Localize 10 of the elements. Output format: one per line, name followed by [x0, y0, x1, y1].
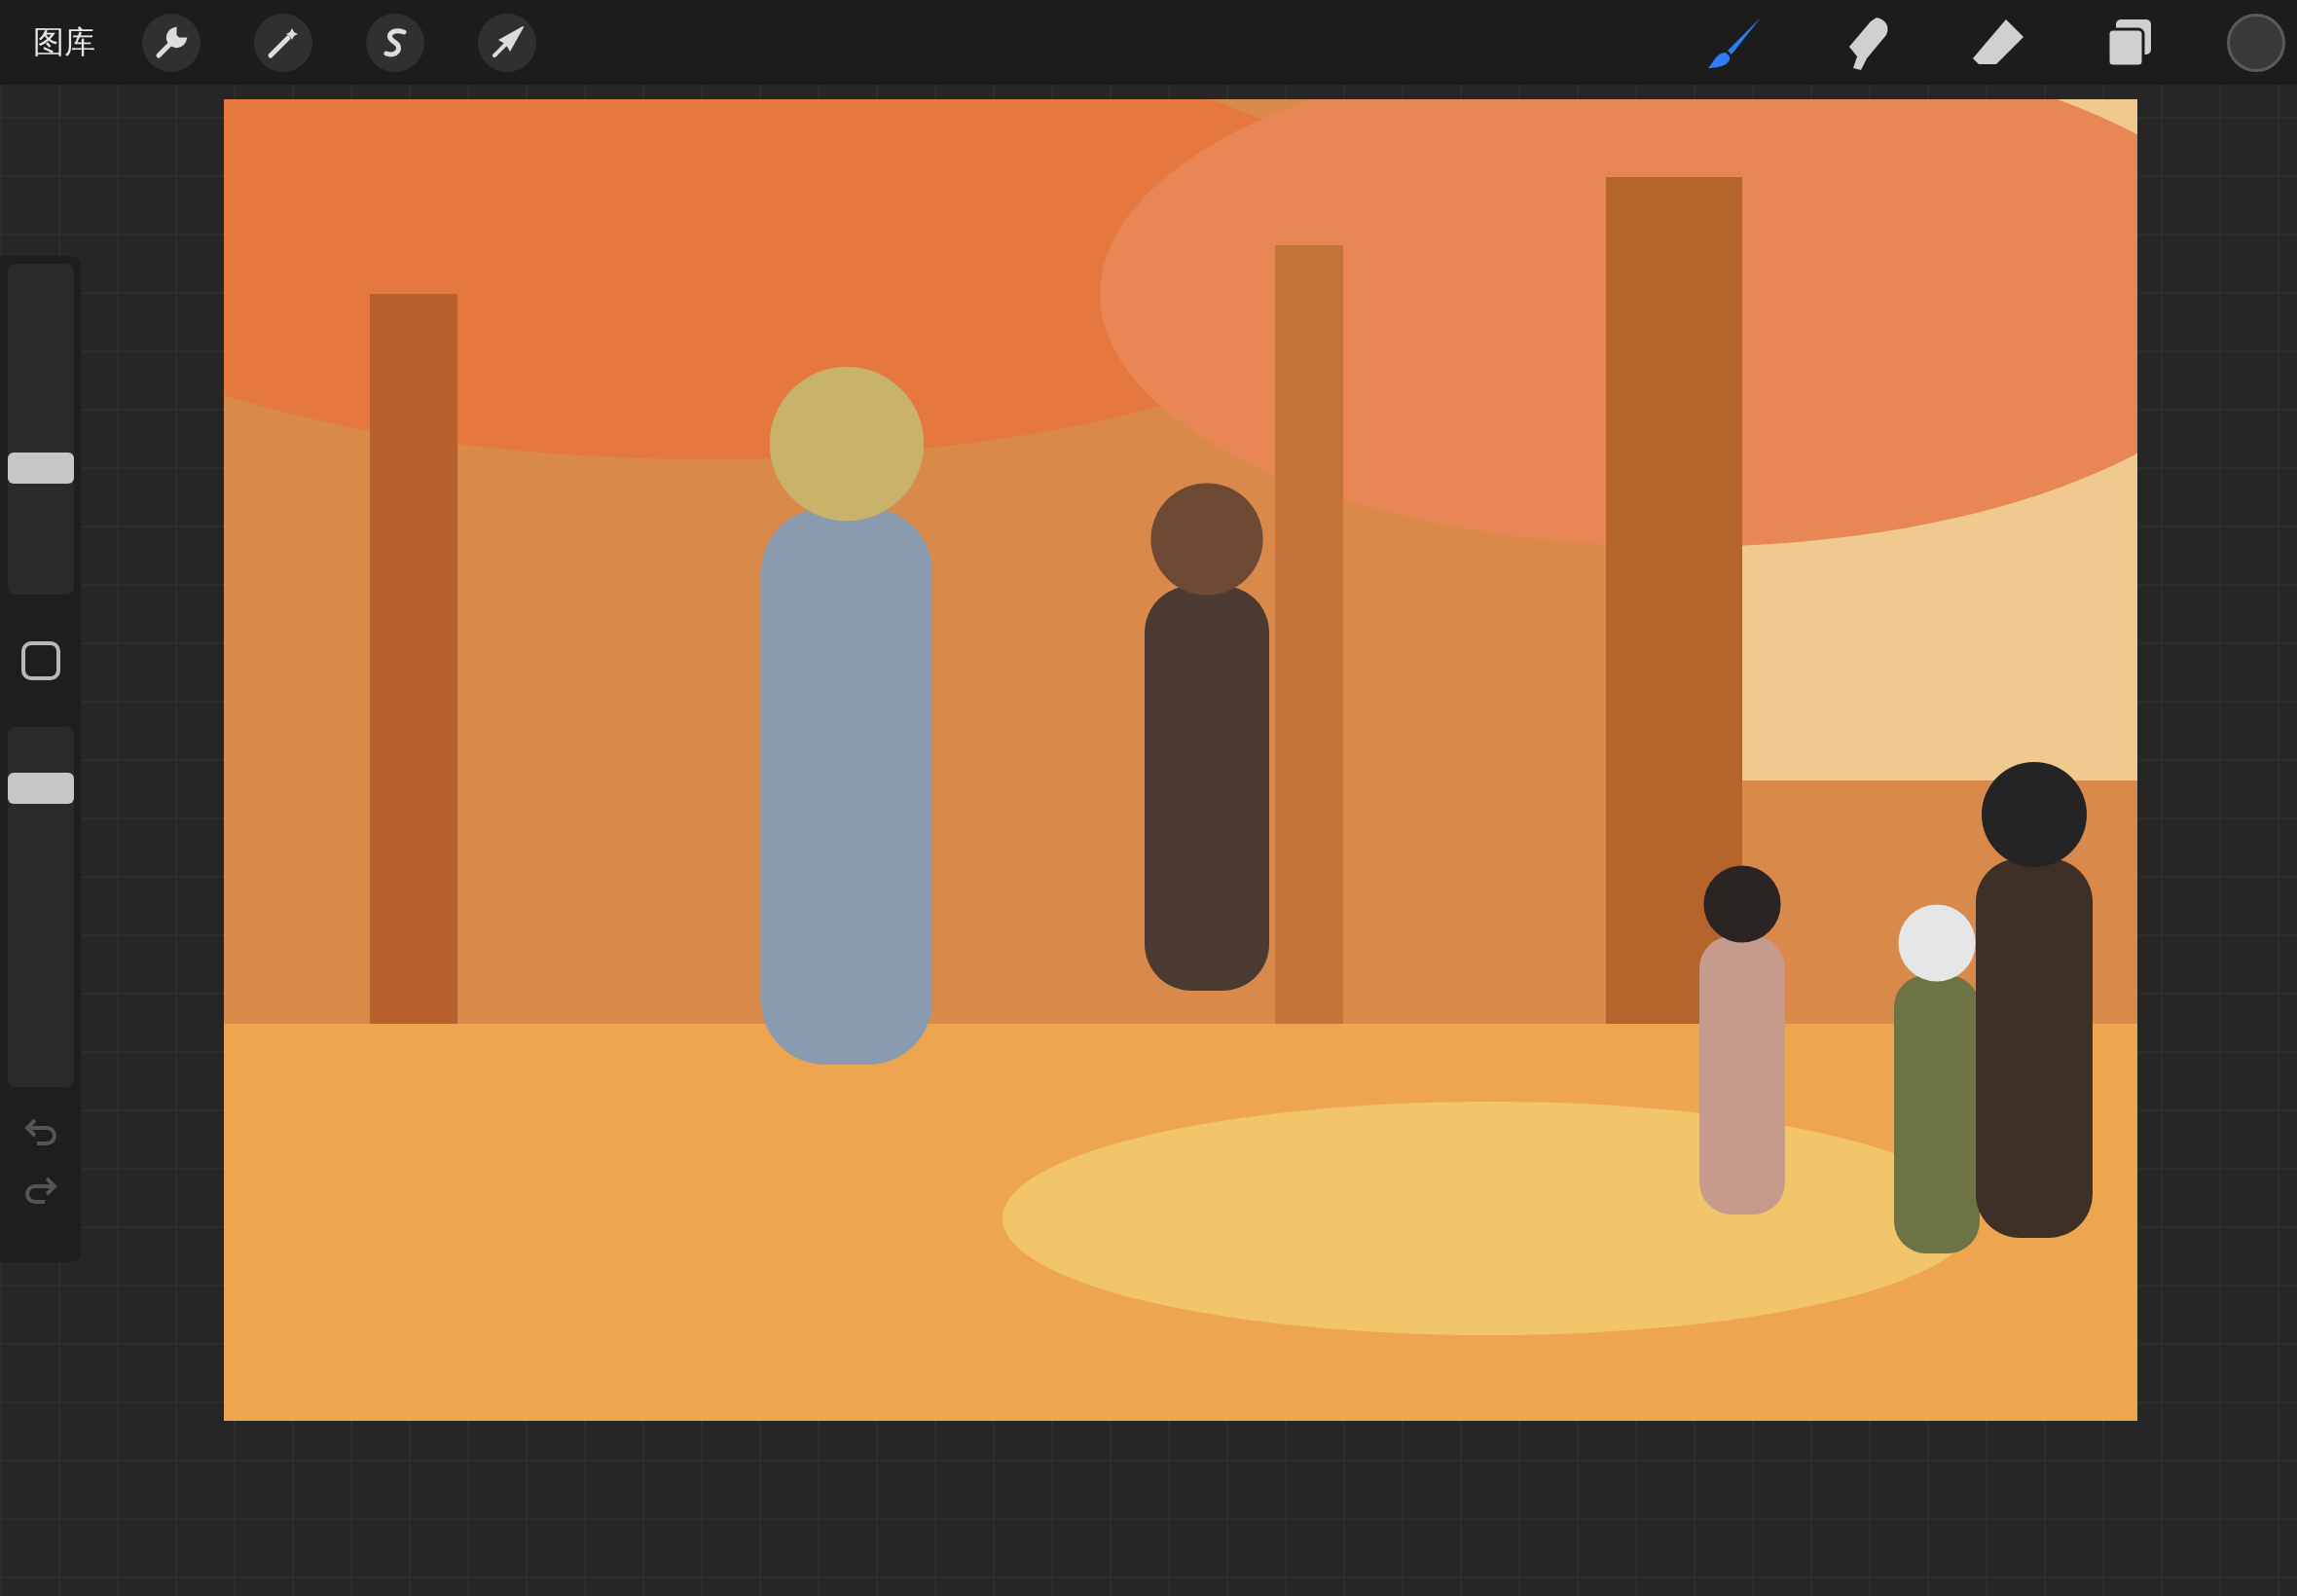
undo-icon	[22, 1116, 58, 1145]
slider-thumb[interactable]	[7, 453, 74, 485]
modify-button[interactable]	[20, 641, 60, 680]
wrench-icon	[155, 25, 188, 59]
gallery-button[interactable]: 图库	[33, 20, 95, 64]
brush-size-slider[interactable]	[7, 264, 74, 595]
redo-icon	[22, 1175, 58, 1204]
arrow-icon	[491, 25, 524, 59]
opacity-slider[interactable]	[7, 727, 74, 1087]
slider-thumb[interactable]	[7, 773, 74, 805]
